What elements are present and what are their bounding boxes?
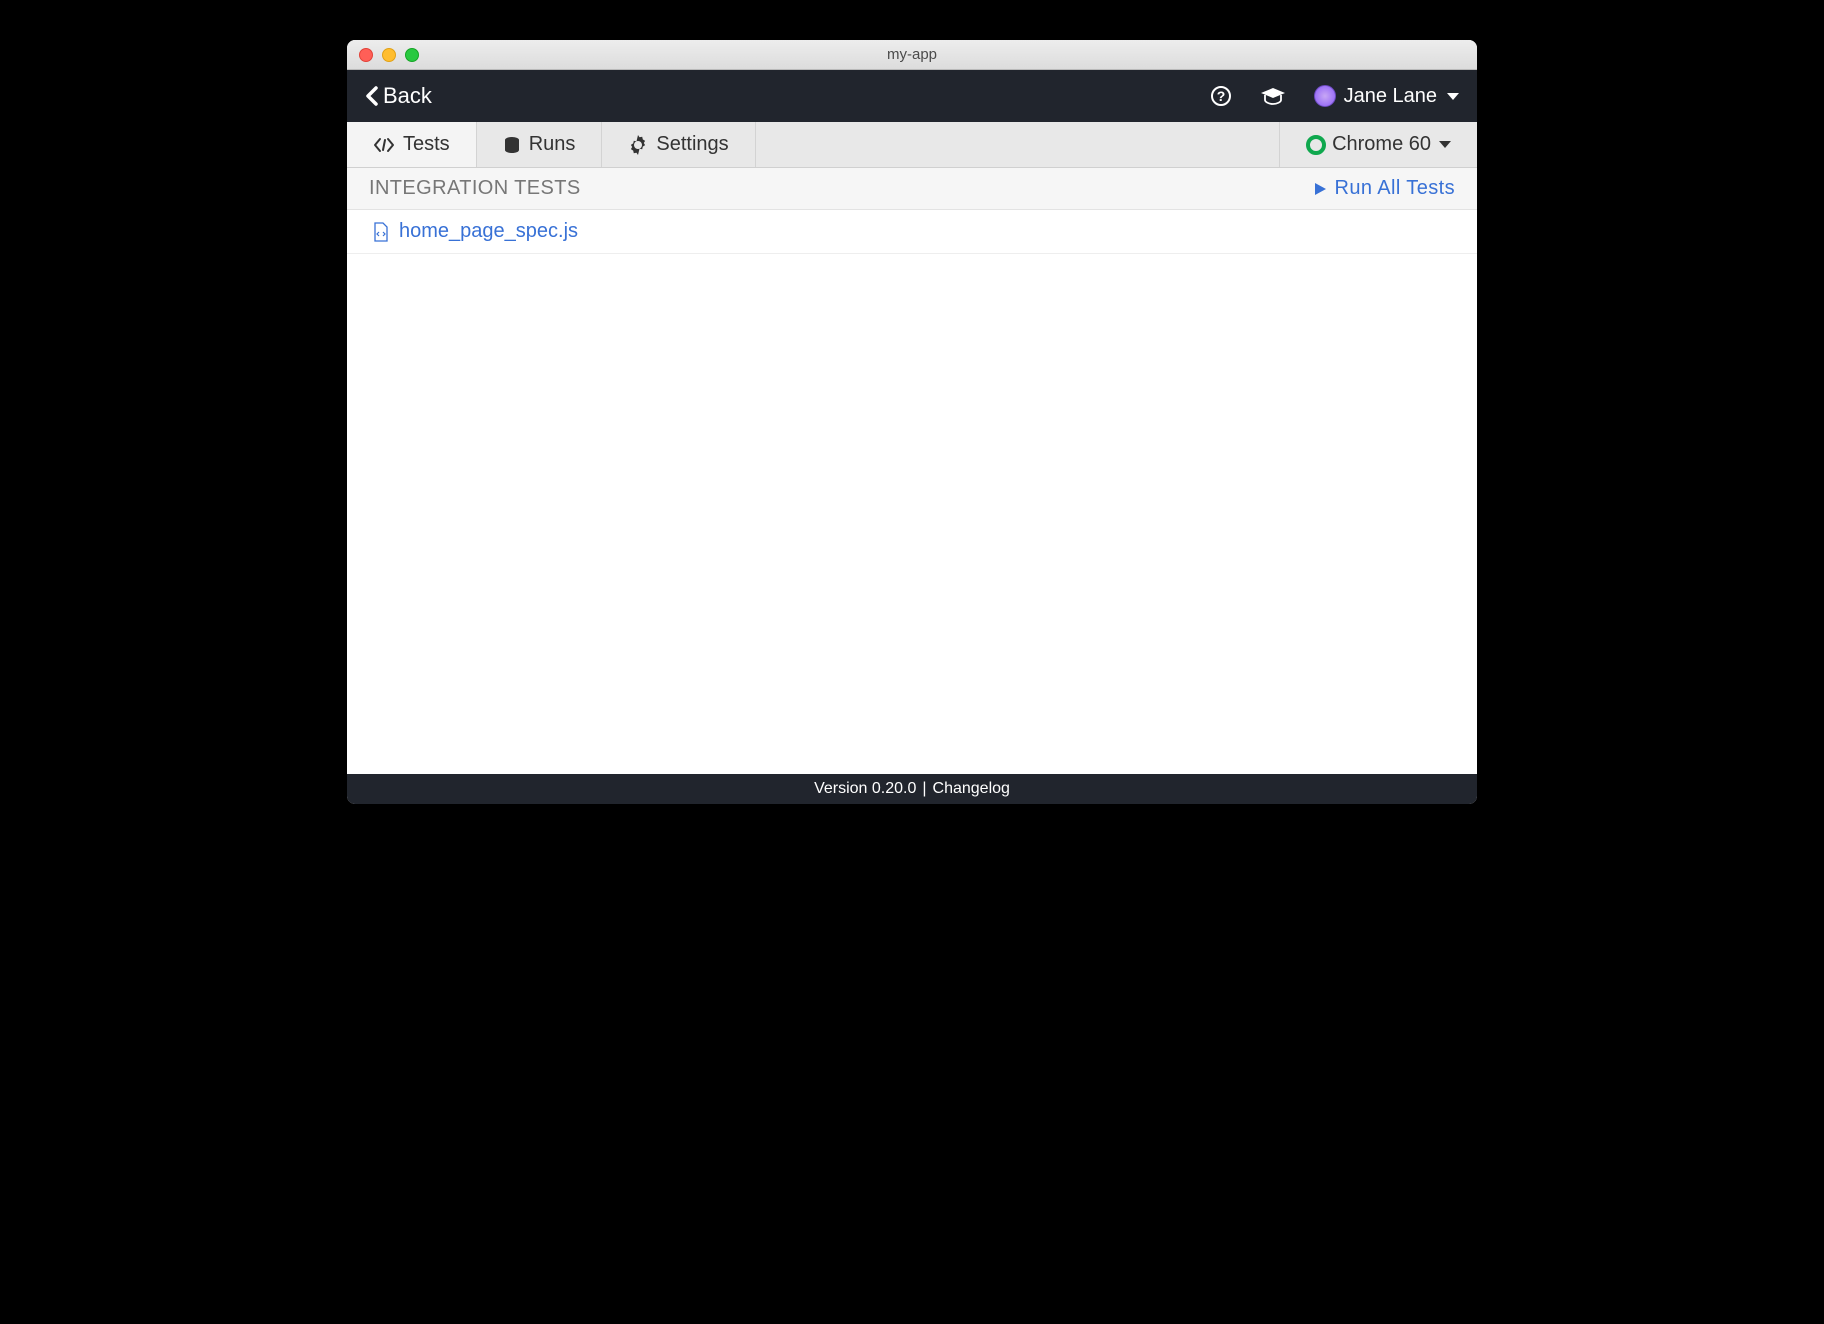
- minimize-window-button[interactable]: [382, 48, 396, 62]
- header-bar: Back ? Jane Lane: [347, 70, 1477, 122]
- changelog-link[interactable]: Changelog: [933, 780, 1010, 798]
- help-button[interactable]: ?: [1210, 85, 1232, 107]
- user-menu[interactable]: Jane Lane: [1314, 85, 1459, 108]
- window-controls: [359, 48, 419, 62]
- tab-runs-label: Runs: [529, 133, 576, 156]
- close-window-button[interactable]: [359, 48, 373, 62]
- footer-separator: |: [922, 780, 926, 798]
- tab-tests[interactable]: Tests: [347, 122, 477, 167]
- browser-label: Chrome 60: [1332, 133, 1431, 156]
- help-icon: ?: [1210, 85, 1232, 107]
- tab-tests-label: Tests: [403, 133, 450, 156]
- run-all-label: Run All Tests: [1335, 177, 1455, 200]
- file-code-icon: [373, 222, 389, 242]
- avatar: [1314, 85, 1336, 107]
- docs-button[interactable]: [1260, 86, 1286, 106]
- spec-file-name: home_page_spec.js: [399, 220, 578, 243]
- tab-runs[interactable]: Runs: [477, 122, 603, 167]
- content-area: [347, 254, 1477, 774]
- tab-settings[interactable]: Settings: [602, 122, 755, 167]
- graduation-cap-icon: [1260, 86, 1286, 106]
- database-icon: [503, 136, 521, 154]
- window-title: my-app: [347, 46, 1477, 63]
- section-header: INTEGRATION TESTS Run All Tests: [347, 168, 1477, 210]
- section-heading: INTEGRATION TESTS: [369, 177, 581, 200]
- chevron-down-icon: [1447, 93, 1459, 100]
- browser-picker[interactable]: Chrome 60: [1279, 122, 1477, 167]
- svg-text:?: ?: [1216, 88, 1225, 104]
- version-label: Version 0.20.0: [814, 780, 916, 798]
- spec-file[interactable]: home_page_spec.js: [347, 210, 1477, 254]
- run-all-tests-button[interactable]: Run All Tests: [1313, 177, 1455, 200]
- tab-bar: Tests Runs Settings Chrome 60: [347, 122, 1477, 168]
- chevron-left-icon: [365, 86, 379, 106]
- gear-icon: [628, 135, 648, 155]
- back-button[interactable]: Back: [365, 83, 432, 109]
- titlebar: my-app: [347, 40, 1477, 70]
- zoom-window-button[interactable]: [405, 48, 419, 62]
- code-icon: [373, 136, 395, 154]
- chevron-down-icon: [1439, 141, 1451, 148]
- user-name: Jane Lane: [1344, 85, 1437, 108]
- chrome-icon: [1306, 135, 1326, 155]
- back-label: Back: [383, 83, 432, 109]
- header-actions: ? Jane Lane: [1210, 85, 1459, 108]
- app-window: my-app Back ?: [347, 40, 1477, 804]
- play-icon: [1313, 182, 1327, 196]
- footer: Version 0.20.0 | Changelog: [347, 774, 1477, 804]
- tab-settings-label: Settings: [656, 133, 728, 156]
